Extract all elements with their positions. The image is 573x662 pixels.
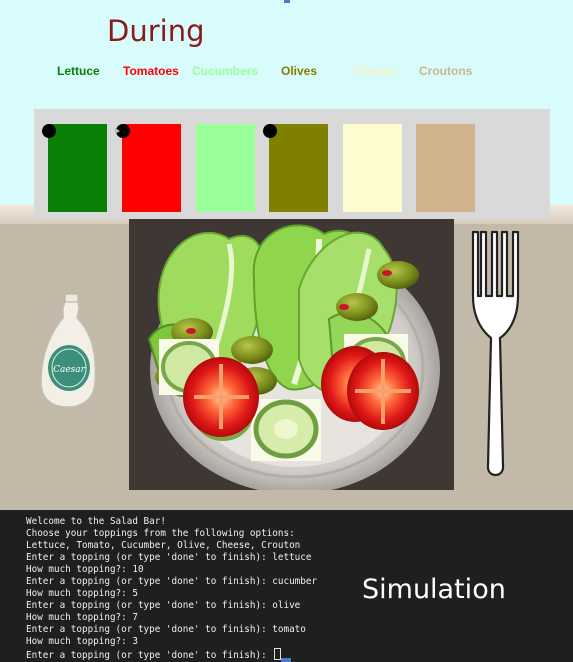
- topping-labels: Lettuce Tomatoes Cucumbers Olives Cheese…: [0, 64, 573, 82]
- terminal-line: Enter a topping (or type 'done' to finis…: [26, 576, 318, 587]
- label-olives: Olives: [281, 64, 318, 78]
- swatch-olives[interactable]: [263, 124, 328, 212]
- terminal-line: Choose your toppings from the following …: [26, 528, 295, 539]
- label-croutons: Croutons: [419, 64, 473, 78]
- terminal-input-line[interactable]: Enter a topping (or type 'done' to finis…: [26, 648, 282, 661]
- terminal-line: Welcome to the Salad Bar!: [26, 516, 166, 527]
- terminal-line: How much topping?: 7: [26, 612, 138, 623]
- salad-bowl-image: [129, 219, 454, 490]
- swatch-lettuce[interactable]: [42, 124, 107, 212]
- simulation-caption: Simulation: [362, 574, 506, 605]
- play-icon: [115, 128, 120, 134]
- fork-icon: [471, 230, 520, 477]
- dot-marker-icon: [115, 124, 130, 138]
- caesar-bottle-image: Caesar: [40, 293, 97, 408]
- window-indicator: [284, 0, 290, 3]
- label-cheese: Cheese: [354, 64, 397, 78]
- dot-marker-icon: [263, 124, 277, 138]
- bottle-label: Caesar: [53, 365, 86, 375]
- stage-title: During: [107, 14, 205, 48]
- label-cucumbers: Cucumbers: [192, 64, 259, 78]
- terminal-line: Lettuce, Tomato, Cucumber, Olive, Cheese…: [26, 540, 301, 551]
- salad-scene: During Lettuce Tomatoes Cucumbers Olives…: [0, 0, 573, 510]
- label-tomatoes: Tomatoes: [123, 64, 179, 78]
- swatch-tomatoes[interactable]: [115, 124, 181, 212]
- topping-palette: [34, 109, 550, 219]
- terminal-line: How much topping?: 5: [26, 588, 138, 599]
- terminal-line: Enter a topping (or type 'done' to finis…: [26, 600, 301, 611]
- terminal-line: How much topping?: 3: [26, 636, 138, 647]
- scroll-indicator: [281, 658, 291, 662]
- terminal-prompt: Enter a topping (or type 'done' to finis…: [26, 650, 273, 661]
- terminal-line: How much topping?: 10: [26, 564, 144, 575]
- label-lettuce: Lettuce: [57, 64, 100, 78]
- swatch-cheese[interactable]: [343, 124, 402, 212]
- swatch-croutons[interactable]: [416, 124, 475, 212]
- terminal-line: Enter a topping (or type 'done' to finis…: [26, 624, 306, 635]
- terminal-line: Enter a topping (or type 'done' to finis…: [26, 552, 312, 563]
- swatch-cucumbers[interactable]: [196, 124, 255, 212]
- dot-marker-icon: [42, 124, 56, 138]
